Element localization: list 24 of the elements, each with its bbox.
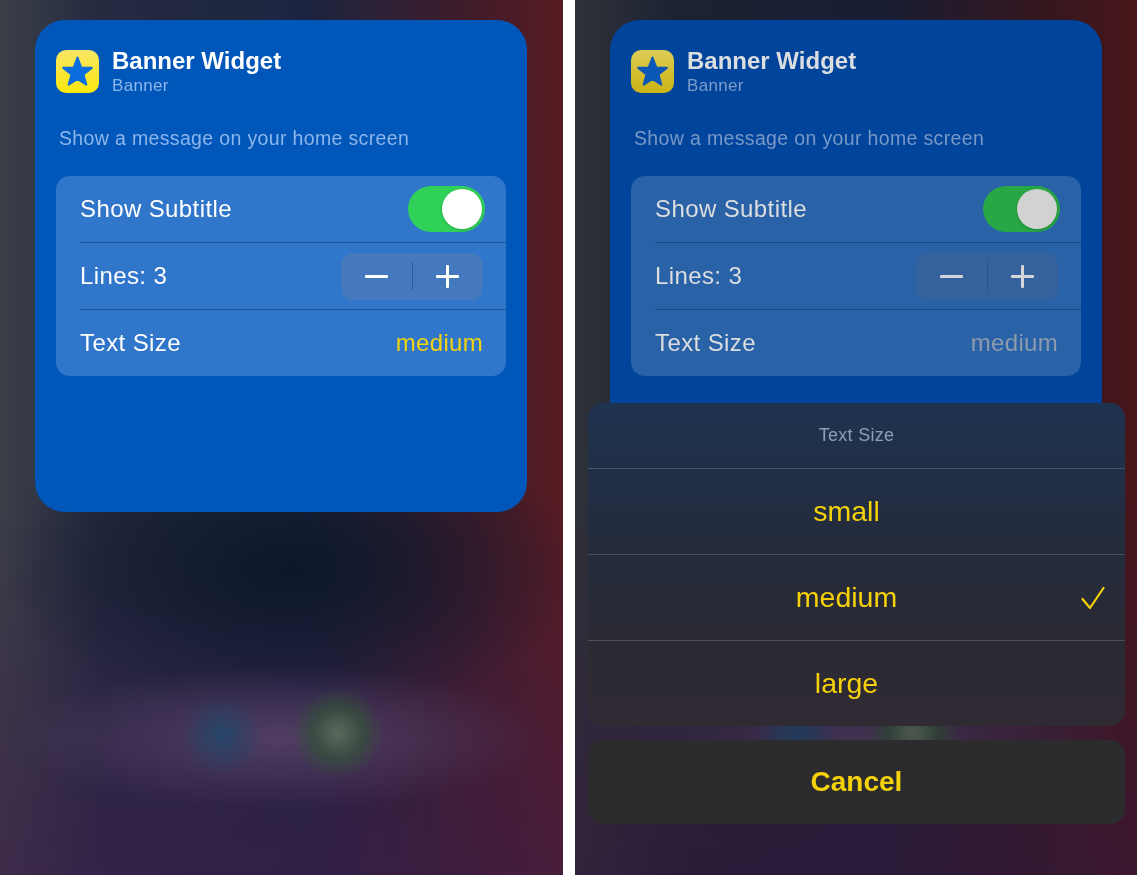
setting-label: Show Subtitle	[80, 195, 232, 223]
plus-icon	[1011, 264, 1035, 288]
option-button[interactable]: large	[588, 641, 1125, 726]
option-button[interactable]: medium	[588, 555, 1125, 640]
toggle-switch[interactable]	[983, 186, 1060, 232]
checkmark-icon	[1081, 585, 1105, 610]
widget-title: Banner Widget	[112, 47, 282, 75]
widget-title: Banner Widget	[687, 47, 857, 75]
minus-icon	[364, 274, 388, 278]
setting-label: Text Size	[80, 329, 181, 357]
minus-icon	[939, 274, 963, 278]
toggle-switch[interactable]	[408, 186, 485, 232]
setting-label: Show Subtitle	[655, 195, 807, 223]
setting-label: Text Size	[655, 329, 756, 357]
option-button[interactable]: small	[588, 469, 1125, 554]
widget-description: Show a message on your home screen	[634, 127, 985, 149]
widget-subtitle: Banner	[687, 75, 745, 96]
setting-label: Lines: 3	[655, 262, 743, 290]
widget-subtitle: Banner	[112, 75, 170, 96]
cancel-button[interactable]: Cancel	[588, 740, 1125, 824]
setting-label: Lines: 3	[80, 262, 168, 290]
plus-icon	[436, 264, 460, 288]
widget-description: Show a message on your home screen	[59, 127, 410, 149]
action-sheet-title: Text Size	[818, 425, 895, 446]
